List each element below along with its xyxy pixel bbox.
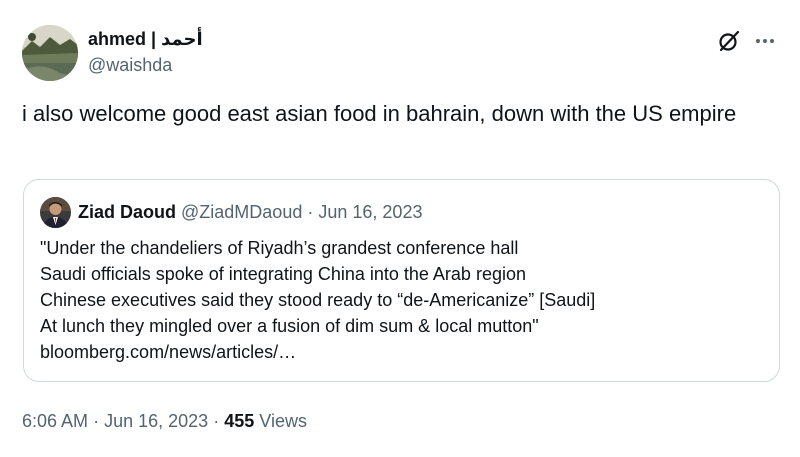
author-avatar[interactable] bbox=[22, 25, 78, 81]
quoted-text: "Under the chandeliers of Riyadh’s grand… bbox=[40, 235, 760, 365]
quoted-author-avatar[interactable] bbox=[40, 197, 71, 228]
more-options-button[interactable] bbox=[752, 28, 778, 54]
quoted-date[interactable]: Jun 16, 2023 bbox=[318, 202, 422, 222]
author-display-name[interactable]: ahmed | أحمد bbox=[88, 27, 203, 51]
tweet: ahmed | أحمد @waishda i also welcome goo… bbox=[0, 0, 800, 457]
quoted-line: Chinese executives said they stood ready… bbox=[40, 290, 596, 310]
landscape-avatar-image bbox=[22, 25, 78, 81]
grok-button[interactable] bbox=[716, 28, 742, 54]
quoted-link[interactable]: bloomberg.com/news/articles/… bbox=[40, 339, 760, 365]
views-label[interactable]: Views bbox=[259, 411, 307, 431]
quoted-line: Saudi officials spoke of integrating Chi… bbox=[40, 264, 526, 284]
more-icon bbox=[756, 39, 774, 43]
quoted-tweet[interactable]: Ziad Daoud @ZiadMDaoud · Jun 16, 2023 "U… bbox=[23, 179, 780, 382]
views-count[interactable]: 455 bbox=[224, 411, 254, 431]
author-handle[interactable]: @waishda bbox=[88, 53, 203, 77]
grok-icon bbox=[719, 30, 740, 52]
quoted-separator: · bbox=[307, 202, 314, 222]
tweet-footer: 6:06 AM · Jun 16, 2023 · 455 Views bbox=[22, 408, 307, 434]
header-actions bbox=[716, 28, 778, 54]
quoted-line: At lunch they mingled over a fusion of d… bbox=[40, 316, 539, 336]
tweet-text: i also welcome good east asian food in b… bbox=[22, 101, 737, 126]
quoted-author-name[interactable]: Ziad Daoud bbox=[78, 202, 176, 222]
quoted-header: Ziad Daoud @ZiadMDaoud · Jun 16, 2023 bbox=[78, 199, 422, 225]
footer-separator: · bbox=[93, 411, 100, 431]
person-avatar-image bbox=[40, 197, 71, 228]
tweet-date[interactable]: Jun 16, 2023 bbox=[104, 411, 208, 431]
author-info: ahmed | أحمد @waishda bbox=[88, 27, 203, 77]
footer-separator: · bbox=[213, 411, 220, 431]
tweet-time[interactable]: 6:06 AM bbox=[22, 411, 88, 431]
quoted-line: "Under the chandeliers of Riyadh’s grand… bbox=[40, 238, 519, 258]
quoted-author-handle[interactable]: @ZiadMDaoud bbox=[181, 202, 302, 222]
